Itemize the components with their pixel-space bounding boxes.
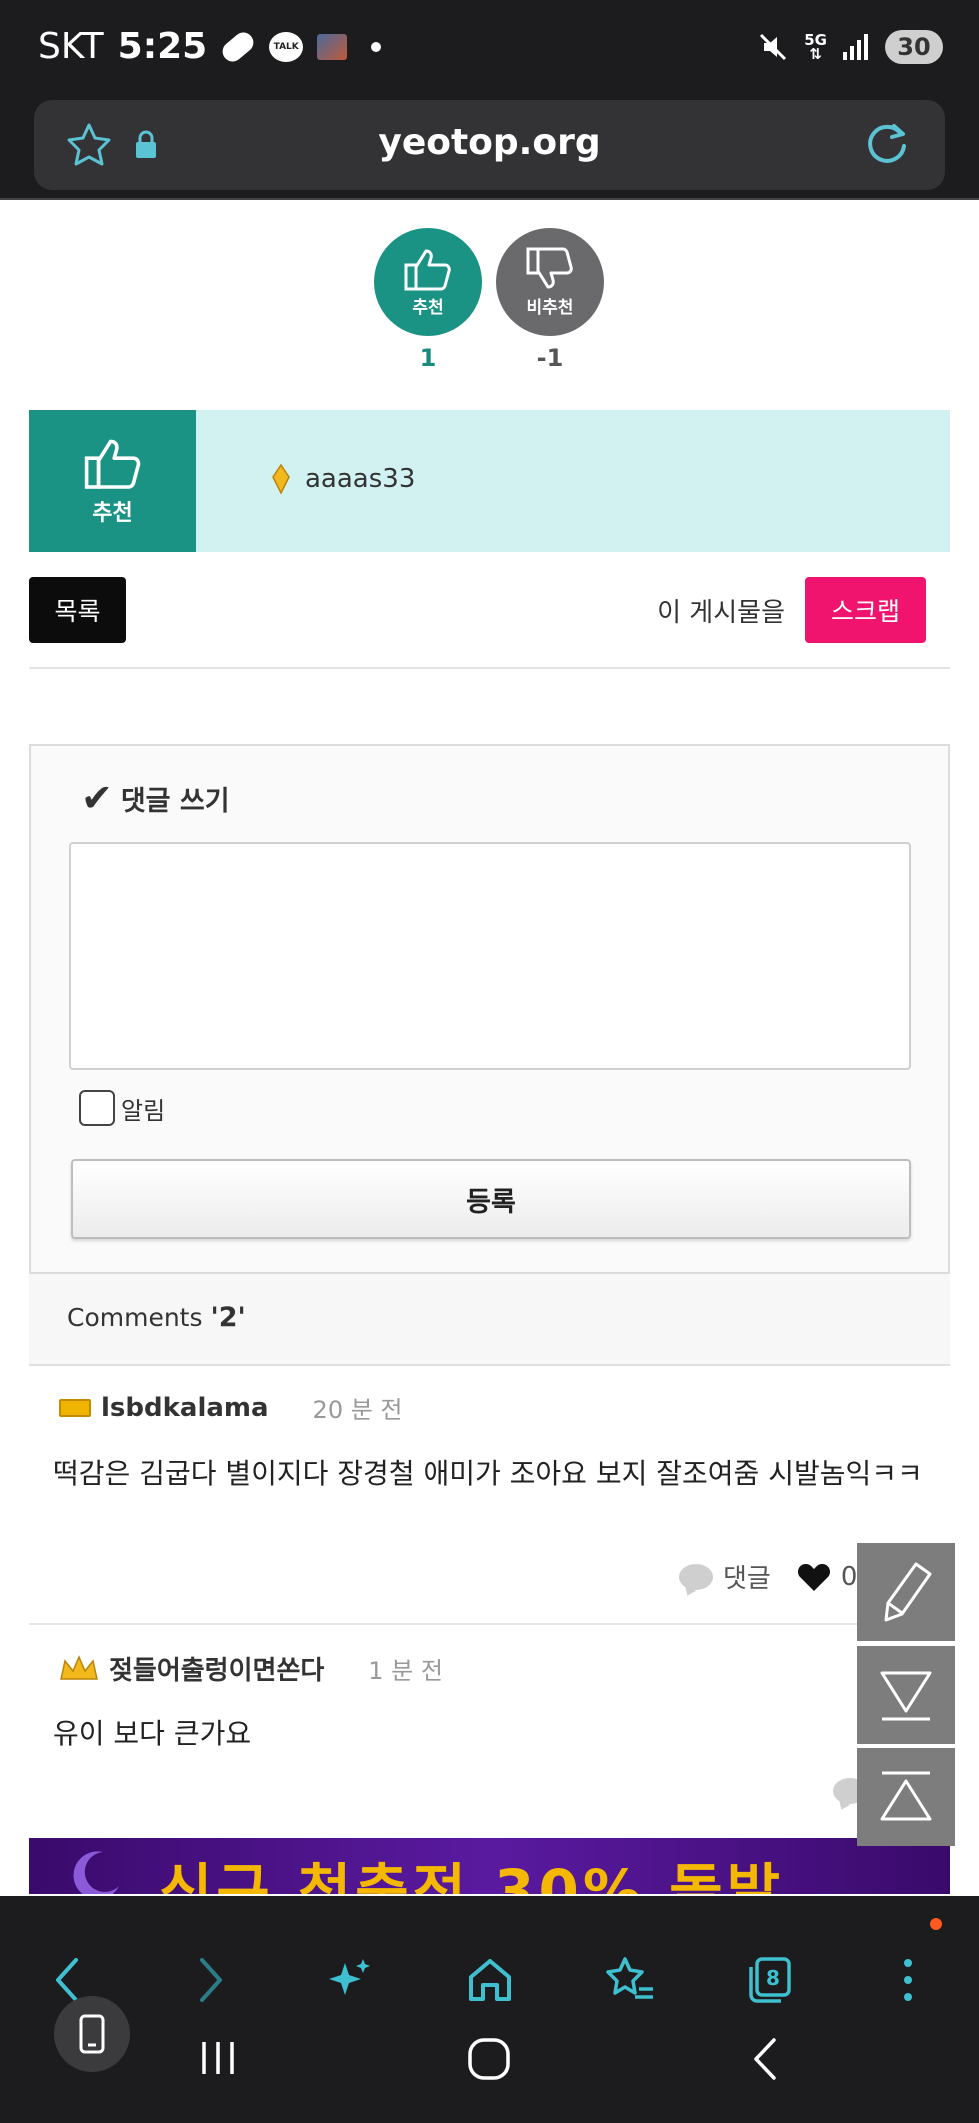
- comment-item: lsbdkalama 20 분 전 떡감은 김굽다 별이지다 장경철 애미가 조…: [29, 1390, 950, 1622]
- arrow-up-icon: [880, 1771, 932, 1821]
- comment-time: 20 분 전: [312, 1396, 403, 1424]
- browser-bottom-nav: 8: [0, 1896, 979, 2123]
- recommend-badge: 추천: [29, 410, 196, 552]
- status-bar: SKT 5:25 TALK 5G ⇅ 30: [0, 0, 979, 100]
- upvote-count: 1: [419, 344, 437, 372]
- device-toggle-button[interactable]: [54, 1996, 130, 2072]
- heart-icon[interactable]: [797, 1562, 831, 1592]
- recommender-item[interactable]: aaaas33: [271, 464, 415, 494]
- downvote-label: 비추천: [526, 297, 574, 318]
- comments-header-prefix: Comments: [67, 1303, 203, 1332]
- arrow-down-icon: [880, 1671, 932, 1721]
- signal-icon: [843, 34, 868, 60]
- checkmark-icon: ✔: [81, 776, 113, 820]
- status-right: 5G ⇅ 30: [756, 30, 943, 64]
- alert-label: 알림: [121, 1096, 166, 1125]
- write-button[interactable]: [857, 1543, 955, 1641]
- comment-textarea[interactable]: [69, 842, 911, 1070]
- level-badge-icon: [59, 1398, 91, 1417]
- comment-author[interactable]: lsbdkalama: [101, 1393, 269, 1423]
- speech-bubble-icon: [679, 1563, 713, 1590]
- comment-item: 젖들어출렁이면쏜다 1 분 전 유이 보다 큰가요 댓글: [29, 1650, 950, 1830]
- url-text[interactable]: yeotop.org: [34, 122, 945, 163]
- comment-form: ✔ 댓글 쓰기 알림 등록: [29, 744, 950, 1274]
- phone-icon: [79, 2014, 105, 2054]
- pencil-icon: [884, 1562, 932, 1622]
- dot-icon: [371, 41, 382, 52]
- menu-button[interactable]: [878, 1950, 938, 2010]
- chevron-right-icon: [200, 1958, 222, 2002]
- scroll-up-button[interactable]: [857, 1748, 955, 1846]
- scroll-down-button[interactable]: [857, 1646, 955, 1744]
- recent-apps-icon[interactable]: [196, 2036, 240, 2080]
- upvote-button[interactable]: 추천: [374, 228, 482, 336]
- alert-option[interactable]: 알림: [79, 1090, 165, 1126]
- ad-banner[interactable]: 신규 첫충전 30% 돌발 100%: [29, 1838, 950, 1894]
- scrap-prefix: 이 게시물을: [657, 598, 785, 628]
- recommender-name: aaaas33: [305, 464, 416, 494]
- back-system-icon[interactable]: [748, 2036, 784, 2082]
- comments-header: Comments '2': [29, 1274, 950, 1366]
- home-system-icon[interactable]: [466, 2036, 512, 2082]
- recommend-badge-label: 추천: [92, 501, 133, 526]
- comment-meta: lsbdkalama 20 분 전: [59, 1390, 403, 1425]
- sparkle-icon: [329, 1959, 370, 1995]
- gem-level-icon: [272, 464, 290, 494]
- comment-divider: [29, 1623, 950, 1625]
- url-bar[interactable]: yeotop.org: [34, 100, 945, 190]
- divider: [29, 667, 950, 669]
- comment-form-title-text: 댓글 쓰기: [120, 785, 230, 817]
- comment-form-title: ✔ 댓글 쓰기: [81, 776, 230, 820]
- scrap-button[interactable]: 스크랩: [805, 577, 926, 643]
- comments-count: '2': [210, 1302, 246, 1333]
- star-list-icon: [606, 1957, 653, 1999]
- battery-icon: 30: [885, 30, 943, 64]
- banner-text: 신규 첫충전 30% 돌발 100%: [159, 1857, 784, 1894]
- reply-button[interactable]: 댓글: [723, 1558, 771, 1595]
- recommenders-box: 추천 aaaas33: [29, 410, 950, 552]
- downvote-button[interactable]: 비추천: [496, 228, 604, 336]
- pill-icon: [218, 27, 258, 66]
- thumbs-down-icon: [526, 247, 573, 288]
- photo-thumbnail-icon: [317, 33, 348, 60]
- list-button[interactable]: 목록: [29, 577, 126, 643]
- ai-assistant-button[interactable]: [320, 1950, 380, 2010]
- comments-header-text: Comments '2': [67, 1302, 246, 1333]
- home-button[interactable]: [460, 1950, 520, 2010]
- status-left: SKT 5:25 TALK: [38, 26, 382, 67]
- upvote: 추천 1: [374, 228, 482, 372]
- comment-meta: 젖들어출렁이면쏜다 1 분 전: [59, 1650, 443, 1687]
- carrier-label: SKT: [38, 26, 104, 67]
- upvote-label: 추천: [412, 297, 444, 318]
- tabs-button[interactable]: 8: [740, 1950, 800, 2010]
- submit-comment-button[interactable]: 등록: [71, 1159, 911, 1239]
- home-icon: [469, 1959, 511, 2001]
- browser-toolbar: yeotop.org: [0, 100, 979, 200]
- thumbs-up-icon: [404, 249, 451, 290]
- clock: 5:25: [117, 26, 208, 67]
- comment-time: 1 분 전: [368, 1657, 443, 1685]
- mute-icon: [760, 33, 787, 61]
- like-count: 0: [840, 1561, 858, 1592]
- comment-body: 유이 보다 큰가요: [53, 1717, 252, 1750]
- comment-actions: 댓글 0: [679, 1558, 857, 1595]
- forward-button[interactable]: [180, 1950, 240, 2010]
- tab-count: 8: [766, 1966, 780, 1990]
- notification-dot-icon: [930, 1918, 942, 1930]
- network-5g-icon: 5G ⇅: [804, 31, 827, 63]
- more-vertical-icon: [904, 1959, 912, 2001]
- comment-author[interactable]: 젖들어출렁이면쏜다: [109, 1650, 324, 1687]
- thumbs-up-icon: [84, 439, 140, 489]
- kakaotalk-icon: TALK: [269, 31, 304, 62]
- reload-icon[interactable]: [861, 118, 913, 170]
- bookmarks-button[interactable]: [600, 1950, 660, 2010]
- downvote: 비추천 -1: [496, 228, 604, 372]
- moon-icon: [73, 1851, 119, 1894]
- downvote-count: -1: [536, 344, 564, 372]
- comment-body: 떡감은 김굽다 별이지다 장경철 애미가 조아요 보지 잘조여줌 시발놈익ㅋㅋㅋ: [53, 1457, 923, 1490]
- alert-checkbox[interactable]: [79, 1090, 115, 1126]
- crown-level-icon: [60, 1654, 98, 1680]
